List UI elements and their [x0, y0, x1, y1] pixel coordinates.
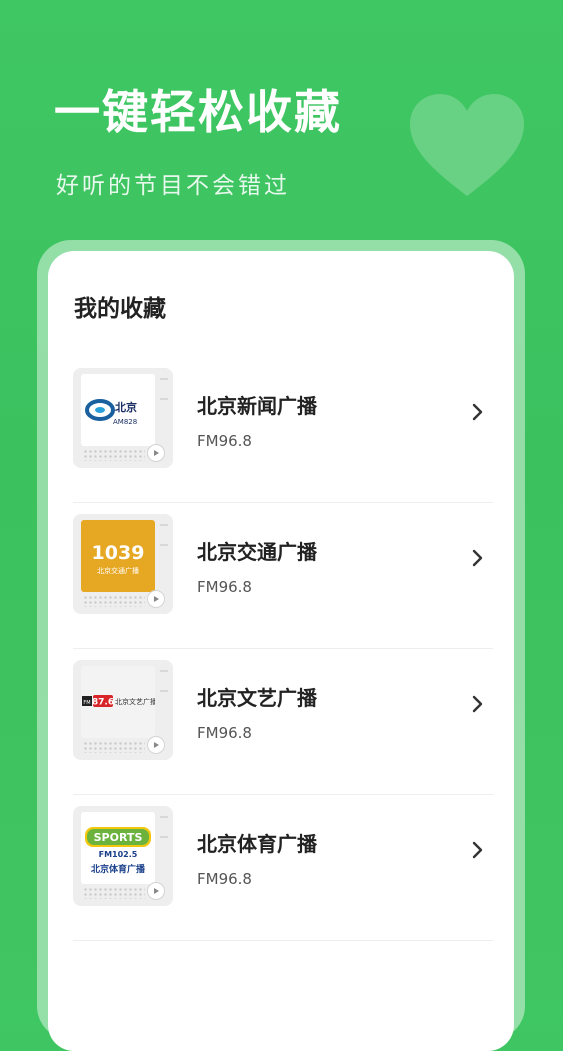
station-name: 北京体育广播 [197, 832, 317, 856]
play-icon[interactable] [147, 444, 165, 462]
station-frequency: FM96.8 [197, 432, 252, 450]
radio-grill [83, 595, 145, 607]
chevron-right-icon[interactable] [467, 694, 487, 714]
station-logo: 1039 北京交通广播 [81, 520, 155, 592]
list-item[interactable]: SPORTS FM102.5 北京体育广播 北京体育广播 FM96.8 [73, 796, 493, 941]
list-item[interactable]: 1039 北京交通广播 北京交通广播 FM96.8 [73, 504, 493, 649]
radio-thumbnail: FM 87.6 北京文艺广播 [73, 660, 173, 760]
radio-grill [83, 887, 145, 899]
heart-icon [410, 94, 524, 196]
play-icon[interactable] [147, 882, 165, 900]
logo-text-2: 北京交通广播 [97, 566, 139, 575]
favorites-title: 我的收藏 [74, 296, 166, 322]
list-item[interactable]: FM 87.6 北京文艺广播 北京文艺广播 FM96.8 [73, 650, 493, 795]
station-frequency: FM96.8 [197, 578, 252, 596]
list-item[interactable]: 北京 AM828 北京新闻广播 FM96.8 [73, 358, 493, 503]
logo-text-1: 北京 [115, 400, 137, 414]
station-name: 北京新闻广播 [197, 394, 317, 418]
logo-text-1: FM [83, 700, 90, 706]
chevron-right-icon[interactable] [467, 402, 487, 422]
station-name: 北京文艺广播 [197, 686, 317, 710]
radio-thumbnail: SPORTS FM102.5 北京体育广播 [73, 806, 173, 906]
station-logo: 北京 AM828 [81, 374, 155, 446]
station-logo: SPORTS FM102.5 北京体育广播 [81, 812, 155, 884]
logo-text-2: FM102.5 [99, 850, 138, 859]
radio-handle [160, 378, 168, 400]
chevron-right-icon[interactable] [467, 840, 487, 860]
bjnews-swirl-logo-icon: 北京 AM828 [85, 399, 137, 426]
station-logo: FM 87.6 北京文艺广播 [81, 666, 155, 738]
bjsports-logo-icon: SPORTS FM102.5 北京体育广播 [85, 827, 151, 875]
radio-grill [83, 449, 145, 461]
radio-thumbnail: 北京 AM828 [73, 368, 173, 468]
station-frequency: FM96.8 [197, 724, 252, 742]
station-name: 北京交通广播 [197, 540, 317, 564]
play-icon[interactable] [147, 736, 165, 754]
play-icon[interactable] [147, 590, 165, 608]
logo-text-2: AM828 [113, 418, 137, 426]
logo-text-3: 北京体育广播 [91, 863, 146, 875]
station-frequency: FM96.8 [197, 870, 252, 888]
logo-text-1: 1039 [92, 542, 145, 564]
favorites-card: 我的收藏 北京 AM828 北京新闻广播 FM96.8 1039 北京交通广播 … [48, 251, 514, 1051]
logo-text-3: 北京文艺广播 [115, 697, 155, 706]
favorites-list: 北京 AM828 北京新闻广播 FM96.8 1039 北京交通广播 北京交通广… [73, 358, 493, 941]
logo-text-1: SPORTS [94, 831, 143, 844]
radio-thumbnail: 1039 北京交通广播 [73, 514, 173, 614]
radio-grill [83, 741, 145, 753]
bjtraffic-logo-icon: 1039 北京交通广播 [92, 542, 145, 575]
radio-handle [160, 670, 168, 692]
hero-title: 一键轻松收藏 [54, 85, 342, 139]
chevron-right-icon[interactable] [467, 548, 487, 568]
bjarts-logo-icon: FM 87.6 北京文艺广播 [82, 695, 155, 708]
radio-handle [160, 816, 168, 838]
logo-text-2: 87.6 [92, 698, 114, 708]
radio-handle [160, 524, 168, 546]
hero-subtitle: 好听的节目不会错过 [56, 173, 290, 199]
